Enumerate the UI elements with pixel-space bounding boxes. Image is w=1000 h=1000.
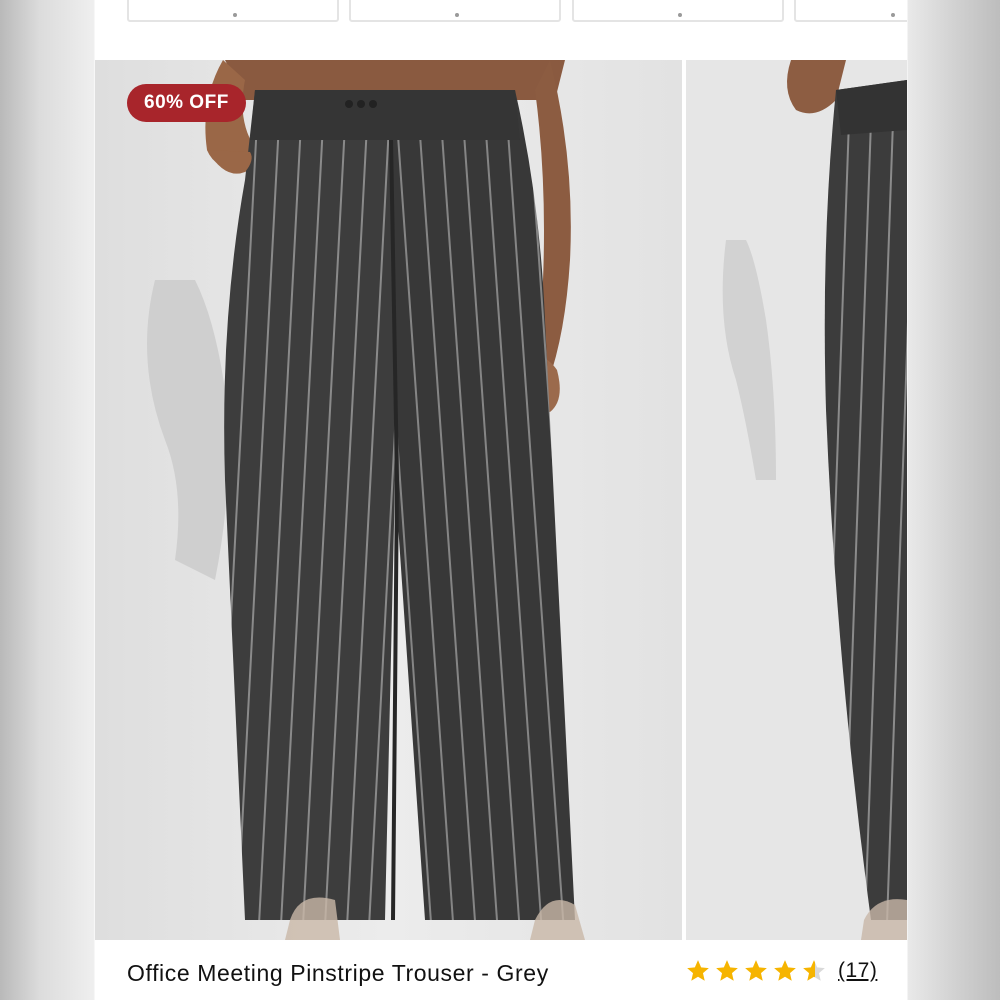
product-image-front[interactable]: 60% OFF [95,60,682,940]
product-info-row: Office Meeting Pinstripe Trouser - Grey … [95,940,907,1000]
star-icon [745,960,767,981]
discount-badge: 60% OFF [127,84,246,122]
product-title: Office Meeting Pinstripe Trouser - Grey [127,960,549,986]
filter-chip-row [95,0,907,22]
star-half-icon [803,960,825,981]
filter-chip[interactable] [349,0,561,22]
filter-chip[interactable] [794,0,907,22]
star-icon [687,960,709,981]
product-page: 60% OFF Office Meeting Pinstripe Trouser… [95,0,907,1000]
product-photo-front [95,60,682,940]
review-count-link[interactable]: (17) [838,959,877,983]
product-image-side[interactable] [686,60,907,940]
product-image-carousel[interactable]: 60% OFF [95,60,907,940]
star-icon [774,960,796,981]
product-photo-side [686,60,907,940]
filter-chip[interactable] [127,0,339,22]
filter-chip[interactable] [572,0,784,22]
star-icon [716,960,738,981]
